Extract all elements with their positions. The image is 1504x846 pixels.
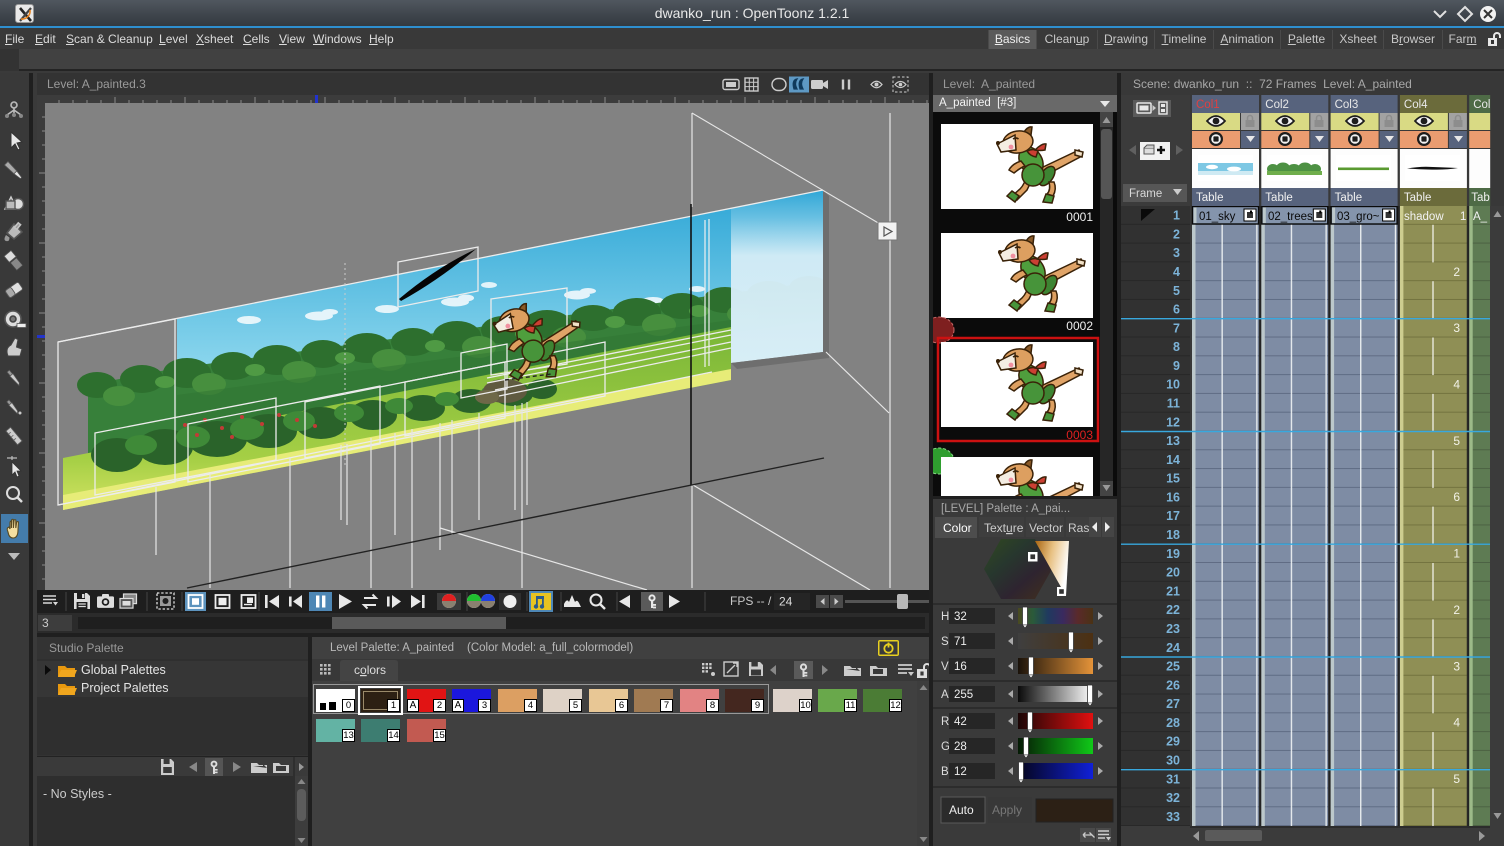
svg-text:29: 29 <box>1166 735 1180 749</box>
svg-text:26: 26 <box>1166 678 1180 692</box>
svg-text:3: 3 <box>1453 321 1460 335</box>
svg-text:3: 3 <box>1173 246 1180 260</box>
svg-text:7: 7 <box>1173 321 1180 335</box>
svg-text:A_: A_ <box>1473 211 1488 223</box>
svg-text:Col3: Col3 <box>1335 99 1359 111</box>
svg-text:0003: 0003 <box>1066 428 1093 442</box>
svg-text:Frame: Frame <box>1129 188 1162 200</box>
svg-text:G: G <box>941 741 950 753</box>
svg-text:Col2: Col2 <box>1265 99 1289 111</box>
svg-text:03_gro~: 03_gro~ <box>1337 211 1380 223</box>
svg-text:R: R <box>941 716 949 728</box>
svg-text:4: 4 <box>1453 378 1460 392</box>
svg-text:22: 22 <box>1166 603 1180 617</box>
svg-text:0001: 0001 <box>1066 210 1093 224</box>
svg-text:V: V <box>941 661 949 673</box>
svg-text:9: 9 <box>1173 359 1180 373</box>
svg-text:27: 27 <box>1166 697 1180 711</box>
svg-text:FPS -- /: FPS -- / <box>730 594 772 608</box>
svg-text:18: 18 <box>1166 528 1180 542</box>
svg-text:1: 1 <box>1453 547 1460 561</box>
svg-text:13: 13 <box>1166 434 1180 448</box>
svg-text:28: 28 <box>1166 716 1180 730</box>
svg-text:6: 6 <box>1173 303 1180 317</box>
svg-text:H: H <box>941 611 949 623</box>
svg-text:[LEVEL] Palette : A_pai...: [LEVEL] Palette : A_pai... <box>941 503 1070 515</box>
svg-text:Table: Table <box>1335 192 1363 204</box>
svg-text:3: 3 <box>1453 659 1460 673</box>
svg-text:32: 32 <box>954 611 967 623</box>
svg-text:33: 33 <box>1166 810 1180 824</box>
svg-text:14: 14 <box>1166 453 1180 467</box>
svg-text:30: 30 <box>1166 754 1180 768</box>
svg-text:1: 1 <box>1460 211 1466 223</box>
svg-text:Table: Table <box>1196 192 1224 204</box>
svg-text:17: 17 <box>1166 509 1180 523</box>
svg-text:Col: Col <box>1473 99 1490 111</box>
svg-text:Auto: Auto <box>949 803 974 817</box>
svg-text:Tab: Tab <box>1471 192 1490 204</box>
svg-text:19: 19 <box>1166 547 1180 561</box>
svg-text:0002: 0002 <box>1066 319 1093 333</box>
svg-text:Col4: Col4 <box>1404 99 1428 111</box>
svg-text:4: 4 <box>1173 265 1180 279</box>
svg-text:B: B <box>941 766 949 778</box>
svg-text:42: 42 <box>954 716 967 728</box>
svg-text:Texture: Texture <box>984 521 1024 535</box>
svg-text:A: A <box>941 689 949 701</box>
svg-text:colors: colors <box>354 663 386 677</box>
svg-text:15: 15 <box>1166 472 1180 486</box>
svg-text:16: 16 <box>954 661 967 673</box>
svg-text:Table: Table <box>1404 192 1432 204</box>
svg-text:6: 6 <box>1453 490 1460 504</box>
svg-text:02_trees: 02_trees <box>1268 211 1313 223</box>
svg-text:2: 2 <box>1453 603 1460 617</box>
svg-text:01_sky: 01_sky <box>1199 211 1236 223</box>
svg-text:255: 255 <box>954 689 973 701</box>
svg-text:31: 31 <box>1166 772 1180 786</box>
svg-text:shadow: shadow <box>1404 211 1444 223</box>
svg-text:23: 23 <box>1166 622 1180 636</box>
svg-text:5: 5 <box>1173 284 1180 298</box>
svg-text:24: 24 <box>779 595 793 609</box>
svg-text:Vector: Vector <box>1029 521 1063 535</box>
svg-text:Color: Color <box>943 521 972 535</box>
svg-text:2: 2 <box>1173 227 1180 241</box>
svg-text:5: 5 <box>1453 772 1460 786</box>
svg-text:25: 25 <box>1166 660 1180 674</box>
svg-text:12: 12 <box>954 766 967 778</box>
svg-text:11: 11 <box>1167 397 1180 411</box>
svg-text:12: 12 <box>1166 415 1180 429</box>
svg-text:21: 21 <box>1166 584 1180 598</box>
svg-text:Col1: Col1 <box>1196 99 1220 111</box>
svg-text:Scene: dwanko_run :: 72 Fram: Scene: dwanko_run :: 72 Frames Level: A_… <box>1133 77 1412 91</box>
svg-text:1: 1 <box>1173 209 1180 223</box>
svg-text:4: 4 <box>1453 716 1460 730</box>
svg-text:5: 5 <box>1453 434 1460 448</box>
svg-text:32: 32 <box>1166 791 1180 805</box>
svg-text:28: 28 <box>954 741 967 753</box>
svg-text:16: 16 <box>1166 490 1180 504</box>
svg-text:8: 8 <box>1173 340 1180 354</box>
svg-text:Table: Table <box>1265 192 1293 204</box>
svg-text:10: 10 <box>1166 378 1180 392</box>
svg-text:24: 24 <box>1166 641 1180 655</box>
svg-text:20: 20 <box>1166 566 1180 580</box>
svg-text:S: S <box>941 636 949 648</box>
svg-text:71: 71 <box>954 636 967 648</box>
svg-text:Apply: Apply <box>992 803 1022 817</box>
svg-text:2: 2 <box>1453 265 1460 279</box>
